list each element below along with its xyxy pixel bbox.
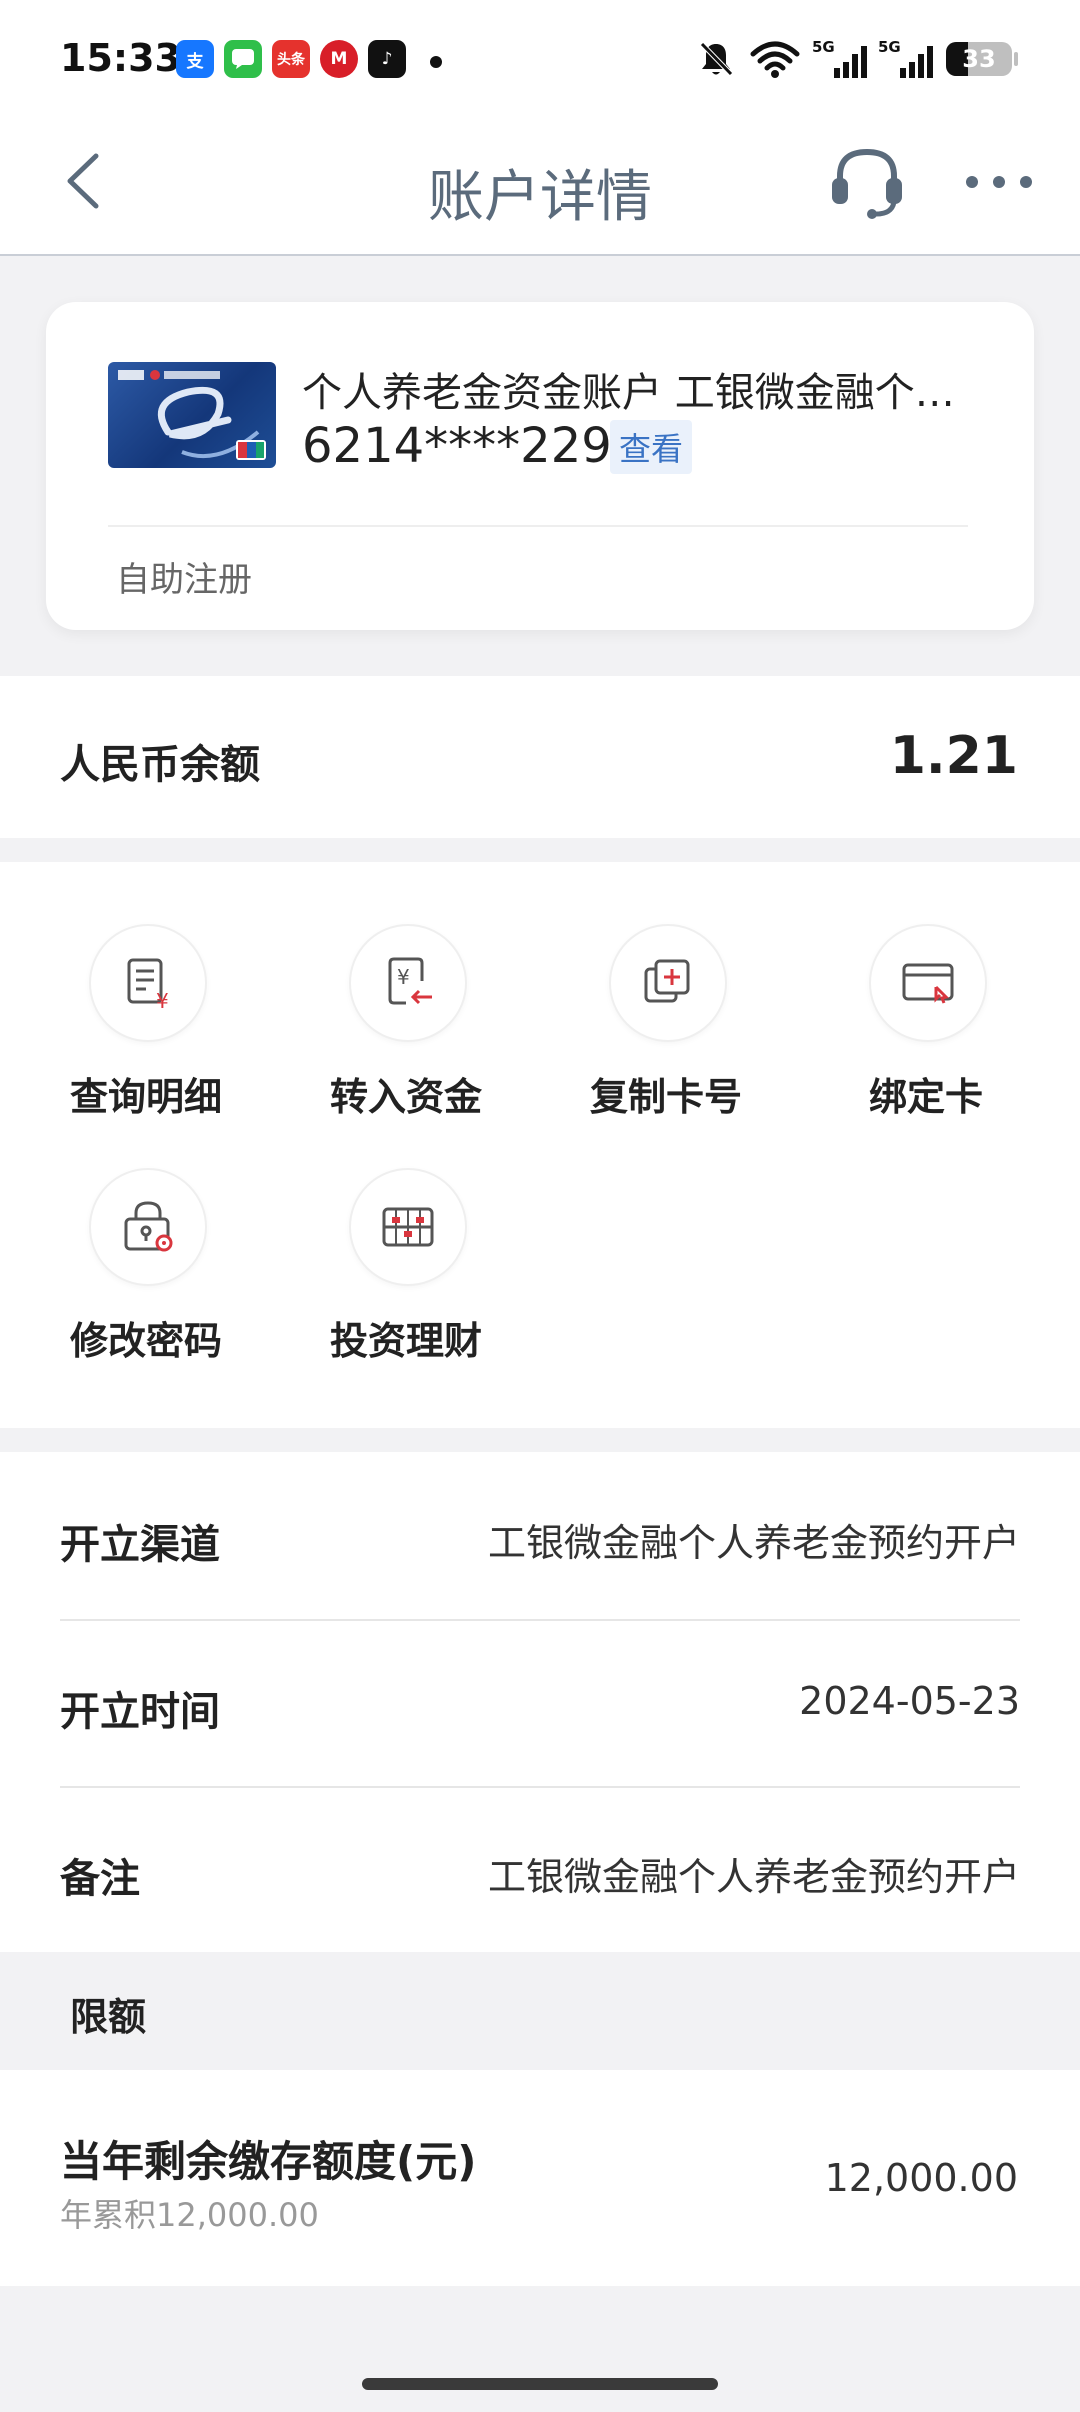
action-icon-circle [609, 924, 727, 1042]
abacus-icon [382, 1207, 434, 1247]
info-row-channel: 开立渠道 工银微金融个人养老金预约开户 [60, 1454, 1020, 1620]
notification-dot [430, 56, 442, 68]
page-title: 账户详情 [428, 165, 652, 230]
statement-icon: ¥ [127, 958, 169, 1013]
action-label: 转入资金 [329, 1075, 482, 1119]
messages-icon [224, 40, 262, 78]
action-icon-circle: ¥ [349, 924, 467, 1042]
action-transfer-in[interactable]: ¥ 转入资金 [306, 924, 506, 1144]
cellular-signal-2-icon: 5G [878, 38, 936, 80]
account-number: 6214****2293 [302, 418, 643, 474]
action-icon-circle [349, 1168, 467, 1286]
alipay-icon: 支 [176, 40, 214, 78]
action-label: 投资理财 [329, 1319, 482, 1363]
headset-icon [832, 148, 902, 219]
password-icon [124, 1201, 173, 1252]
transfer-in-icon: ¥ [388, 957, 432, 1005]
info-value: 2024-05-23 [799, 1679, 1020, 1723]
svg-text:¥: ¥ [156, 989, 169, 1013]
battery-indicator: 33 [946, 42, 1018, 76]
action-label: 修改密码 [69, 1319, 222, 1363]
action-icon-circle [869, 924, 987, 1042]
more-button[interactable] [962, 160, 1036, 204]
info-value: 工银微金融个人养老金预约开户 [487, 1521, 1020, 1565]
info-value: 工银微金融个人养老金预约开户 [487, 1855, 1020, 1899]
action-icon-circle [89, 1168, 207, 1286]
account-name: 个人养老金资金账户 工银微金融个人养老金预约开户 [302, 370, 982, 416]
quota-value: 12,000.00 [824, 2156, 1018, 2200]
home-indicator[interactable] [362, 2378, 718, 2390]
action-label: 复制卡号 [589, 1075, 742, 1119]
limit-title: 限额 [70, 1995, 147, 2039]
info-row-open-time: 开立时间 2024-05-23 [60, 1621, 1020, 1787]
bind-card-icon [902, 963, 954, 1004]
limit-header [0, 1952, 1080, 2070]
action-investment[interactable]: 投资理财 [306, 1168, 506, 1388]
action-query-details[interactable]: ¥ 查询明细 [46, 924, 246, 1144]
cmb-icon: M [320, 40, 358, 78]
quota-accumulated: 年累积12,000.00 [60, 2196, 319, 2234]
bank-card-image [108, 362, 276, 468]
wifi-icon [748, 38, 802, 80]
mute-icon [694, 38, 738, 80]
more-icon [966, 176, 1032, 188]
action-icon-circle: ¥ [89, 924, 207, 1042]
info-key: 开立渠道 [60, 1522, 220, 1568]
customer-service-button[interactable] [826, 140, 908, 222]
self-register-label: 自助注册 [116, 560, 252, 600]
action-bind-card[interactable]: 绑定卡 [826, 924, 1026, 1144]
svg-text:¥: ¥ [397, 965, 410, 989]
action-change-password[interactable]: 修改密码 [46, 1168, 246, 1388]
action-label: 查询明细 [69, 1075, 222, 1119]
view-card-number-button[interactable]: 查看 [610, 420, 692, 474]
quota-label: 当年剩余缴存额度(元) [60, 2137, 477, 2186]
svg-text:5G: 5G [812, 38, 835, 56]
info-key: 开立时间 [60, 1689, 220, 1735]
info-row-remark: 备注 工银微金融个人养老金预约开户 [60, 1788, 1020, 1954]
cellular-signal-1-icon: 5G [812, 38, 870, 80]
action-copy-card-number[interactable]: 复制卡号 [566, 924, 766, 1144]
card-divider [108, 525, 968, 527]
status-time: 15:33 [60, 36, 181, 80]
info-key: 备注 [60, 1856, 140, 1902]
balance-label: 人民币余额 [60, 742, 260, 788]
toutiao-icon: 头条 [272, 40, 310, 78]
svg-text:5G: 5G [878, 38, 901, 56]
copy-icon [644, 959, 690, 1003]
tiktok-icon: ♪ [368, 40, 406, 78]
action-label: 绑定卡 [868, 1075, 983, 1119]
balance-value: 1.21 [889, 726, 1018, 786]
